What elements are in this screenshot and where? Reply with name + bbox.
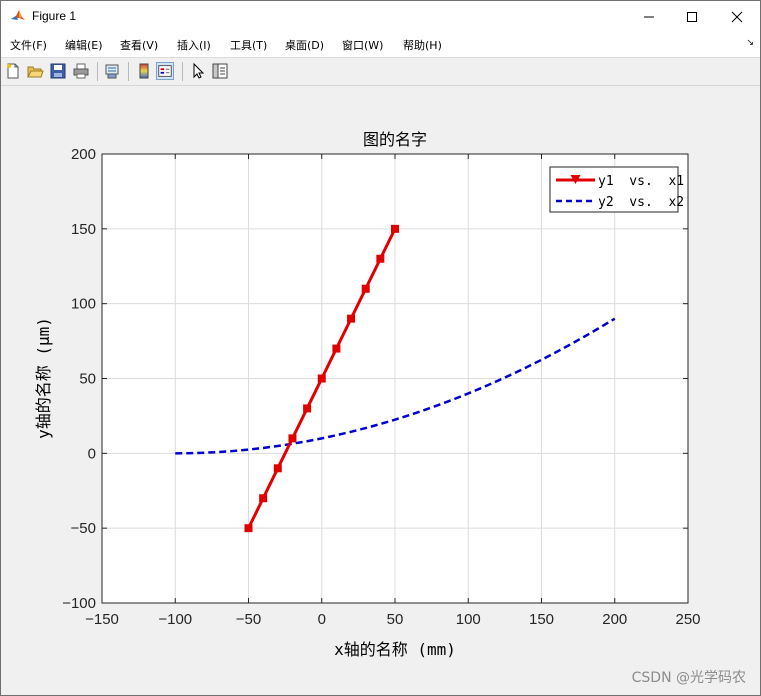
maximize-icon xyxy=(687,11,697,22)
y-axis-label: y轴的名称 (μm) xyxy=(34,317,53,439)
menu-view[interactable]: 查看(V) xyxy=(120,37,158,53)
menu-edit[interactable]: 编辑(E) xyxy=(65,37,103,53)
close-button[interactable] xyxy=(714,1,760,32)
pointer-icon[interactable] xyxy=(189,62,207,80)
chart-title: 图的名字 xyxy=(363,130,427,149)
series-y1-point xyxy=(376,254,385,263)
series-y1-point xyxy=(273,464,282,473)
minimize-button[interactable] xyxy=(626,1,672,32)
y-tick-label: −50 xyxy=(71,520,96,537)
maximize-button[interactable] xyxy=(669,1,715,32)
print-icon[interactable] xyxy=(72,62,90,80)
menu-file[interactable]: 文件(F) xyxy=(10,37,47,53)
legend[interactable]: y1 vs. x1 y2 vs. x2 xyxy=(549,166,684,213)
legend-label-y2: y2 vs. x2 xyxy=(598,195,684,210)
figure-canvas[interactable]: −150 −100 −50 0 50 100 150 200 250 −100 −50 0 50 100 1… xyxy=(1,86,760,695)
series-y1-point xyxy=(259,494,268,503)
x-tick-label: 100 xyxy=(456,611,481,628)
figure-window: Figure 1 文件(F) 编辑(E) 查看(V) 插入(I) 工具(T) 桌… xyxy=(0,0,761,696)
y-tick-label: 100 xyxy=(71,296,96,313)
save-icon[interactable] xyxy=(49,62,67,80)
series-y1-point xyxy=(288,434,297,443)
series-y1-point xyxy=(317,374,326,383)
close-icon xyxy=(731,11,743,22)
watermark: CSDN @光学码农 xyxy=(631,670,746,686)
x-tick-label: 0 xyxy=(318,611,326,628)
legend-icon[interactable] xyxy=(156,62,174,80)
menu-help[interactable]: 帮助(H) xyxy=(403,37,442,53)
open-file-icon[interactable] xyxy=(26,62,44,80)
series-y1-point xyxy=(332,344,341,353)
y-tick-label: 50 xyxy=(79,371,96,388)
plot-area[interactable]: −150 −100 −50 0 50 100 150 200 250−100−500501001… xyxy=(1,86,760,695)
colorbar-icon[interactable] xyxy=(135,62,153,80)
y-tick-label: 0 xyxy=(88,445,96,462)
window-title: Figure 1 xyxy=(32,9,77,23)
link-plot-icon[interactable] xyxy=(103,62,121,80)
x-tick-label: 250 xyxy=(675,611,700,628)
toolbar-separator xyxy=(128,62,129,81)
x-tick-label: −50 xyxy=(236,611,261,628)
y-tick-label: 150 xyxy=(71,221,96,238)
x-tick-label: 200 xyxy=(602,611,627,628)
menu-tools[interactable]: 工具(T) xyxy=(230,37,267,53)
figure-toolbar xyxy=(1,58,760,86)
menu-desktop[interactable]: 桌面(D) xyxy=(285,37,324,53)
series-y1-point xyxy=(303,404,312,413)
minimize-icon xyxy=(644,16,654,17)
series-y1-point xyxy=(361,284,370,293)
title-bar[interactable]: Figure 1 xyxy=(1,1,760,32)
x-tick-label: 50 xyxy=(387,611,404,628)
toolbar-dock-arrow-icon[interactable]: ↘ xyxy=(746,38,754,48)
menu-window[interactable]: 窗口(W) xyxy=(342,37,383,53)
series-y1-point xyxy=(391,224,399,233)
x-tick-label: 150 xyxy=(529,611,554,628)
y-tick-label: 200 xyxy=(71,146,96,163)
x-tick-label: −150 xyxy=(85,611,119,628)
menu-insert[interactable]: 插入(I) xyxy=(177,37,211,53)
x-tick-label: −100 xyxy=(158,611,192,628)
toolbar-separator xyxy=(182,62,183,81)
series-y1-point xyxy=(347,314,356,323)
property-inspector-icon[interactable] xyxy=(211,62,229,80)
series-y1-point xyxy=(244,524,253,533)
matlab-logo-icon xyxy=(10,8,26,24)
toolbar-separator xyxy=(97,62,98,81)
legend-label-y1: y1 vs. x1 xyxy=(598,174,684,189)
menu-bar: 文件(F) 编辑(E) 查看(V) 插入(I) 工具(T) 桌面(D) 窗口(W… xyxy=(1,32,760,58)
x-axis-label: x轴的名称 (mm) xyxy=(334,640,456,659)
new-figure-icon[interactable] xyxy=(4,62,22,80)
y-tick-label: −100 xyxy=(62,595,96,612)
